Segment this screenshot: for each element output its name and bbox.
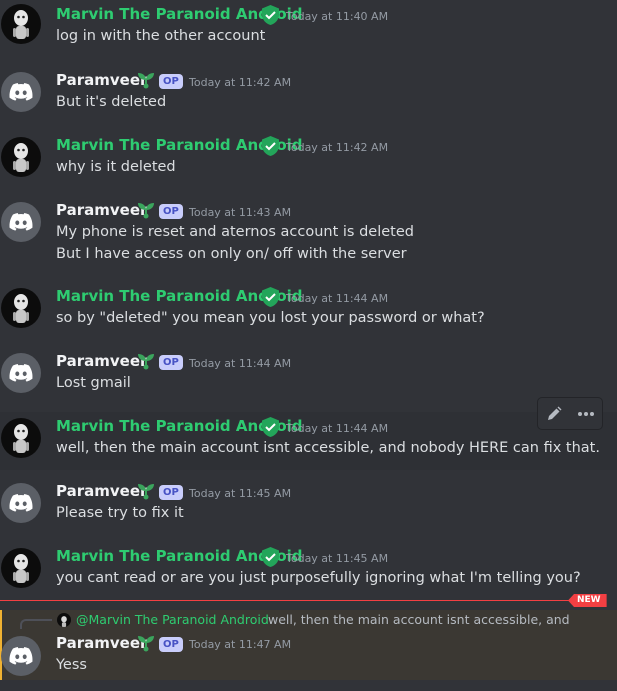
author-name[interactable]: Paramveer	[56, 71, 147, 89]
timestamp[interactable]: Today at 11:42 AM	[189, 76, 291, 89]
author-name[interactable]: Paramveer	[56, 634, 147, 652]
discord-logo-icon	[9, 494, 33, 512]
message-text: Yess	[56, 657, 87, 673]
message-text: why is it deleted	[56, 159, 176, 175]
message-text: My phone is reset and aternos account is…	[56, 224, 414, 240]
author-name[interactable]: Paramveer	[56, 201, 147, 219]
op-badge: OP	[159, 74, 183, 89]
op-badge: OP	[159, 485, 183, 500]
message[interactable]: Paramveer OP Today at 11:43 AM My phone is …	[0, 196, 617, 274]
new-messages-badge: NEW	[568, 594, 607, 607]
avatar[interactable]	[1, 548, 41, 588]
sprout-icon	[136, 71, 156, 93]
reply-avatar[interactable]	[57, 613, 71, 627]
discord-logo-icon	[9, 213, 33, 231]
avatar[interactable]	[1, 418, 41, 458]
more-options-icon[interactable]	[573, 401, 599, 427]
timestamp[interactable]: Today at 11:42 AM	[286, 141, 388, 154]
avatar[interactable]	[1, 137, 41, 177]
message[interactable]: Paramveer OP Today at 11:45 AM Please try t…	[0, 477, 617, 535]
sprout-icon	[136, 634, 156, 656]
message[interactable]: Marvin The Paranoid Android Today at 11:4…	[0, 131, 617, 189]
new-messages-divider	[0, 600, 600, 601]
reply-connector	[20, 619, 52, 629]
message-text: But I have access on only on/ off with t…	[56, 246, 407, 262]
message[interactable]: Marvin The Paranoid Android Today at 11:4…	[0, 412, 617, 470]
avatar[interactable]	[1, 202, 41, 242]
message-text: you cant read or are you just purposeful…	[56, 570, 581, 586]
timestamp[interactable]: Today at 11:44 AM	[286, 422, 388, 435]
discord-logo-icon	[9, 364, 33, 382]
timestamp[interactable]: Today at 11:45 AM	[286, 552, 388, 565]
message[interactable]: Marvin The Paranoid Android Today at 11:4…	[0, 0, 617, 58]
sprout-icon	[136, 201, 156, 223]
message-text: well, then the main account isnt accessi…	[56, 440, 600, 456]
author-name[interactable]: Paramveer	[56, 352, 147, 370]
avatar[interactable]	[1, 636, 41, 676]
timestamp[interactable]: Today at 11:43 AM	[189, 206, 291, 219]
timestamp[interactable]: Today at 11:44 AM	[189, 357, 291, 370]
discord-logo-icon	[9, 647, 33, 665]
message-text: But it's deleted	[56, 94, 167, 110]
op-badge: OP	[159, 204, 183, 219]
author-name[interactable]: Paramveer	[56, 482, 147, 500]
discord-logo-icon	[9, 83, 33, 101]
avatar[interactable]	[1, 483, 41, 523]
reply-snippet[interactable]: well, then the main account isnt accessi…	[268, 612, 570, 627]
message-hover-toolbar	[537, 397, 603, 430]
message[interactable]: Marvin The Paranoid Android Today at 11:4…	[0, 282, 617, 340]
timestamp[interactable]: Today at 11:40 AM	[286, 10, 388, 23]
message-text: Lost gmail	[56, 375, 131, 391]
avatar[interactable]	[1, 4, 41, 44]
message-text: so by "deleted" you mean you lost your p…	[56, 310, 485, 326]
pencil-icon[interactable]	[541, 401, 567, 427]
avatar[interactable]	[1, 353, 41, 393]
message[interactable]: Paramveer OP Today at 11:42 AM But it's del…	[0, 66, 617, 124]
op-badge: OP	[159, 637, 183, 652]
shield-check-icon	[261, 136, 280, 160]
message-text: Please try to fix it	[56, 505, 184, 521]
message[interactable]: Paramveer OP Today at 11:44 AM Lost gmail	[0, 347, 617, 405]
timestamp[interactable]: Today at 11:45 AM	[189, 487, 291, 500]
reply-mention[interactable]: @Marvin The Paranoid Android	[76, 612, 269, 627]
timestamp[interactable]: Today at 11:44 AM	[286, 292, 388, 305]
op-badge: OP	[159, 355, 183, 370]
sprout-icon	[136, 482, 156, 504]
sprout-icon	[136, 352, 156, 374]
timestamp[interactable]: Today at 11:47 AM	[189, 638, 291, 651]
message[interactable]: Marvin The Paranoid Android Today at 11:4…	[0, 542, 617, 600]
message-reply[interactable]: Paramveer OP Today at 11:47 AM Yess	[0, 630, 617, 680]
avatar[interactable]	[1, 288, 41, 328]
message-text: log in with the other account	[56, 28, 266, 44]
avatar[interactable]	[1, 72, 41, 112]
